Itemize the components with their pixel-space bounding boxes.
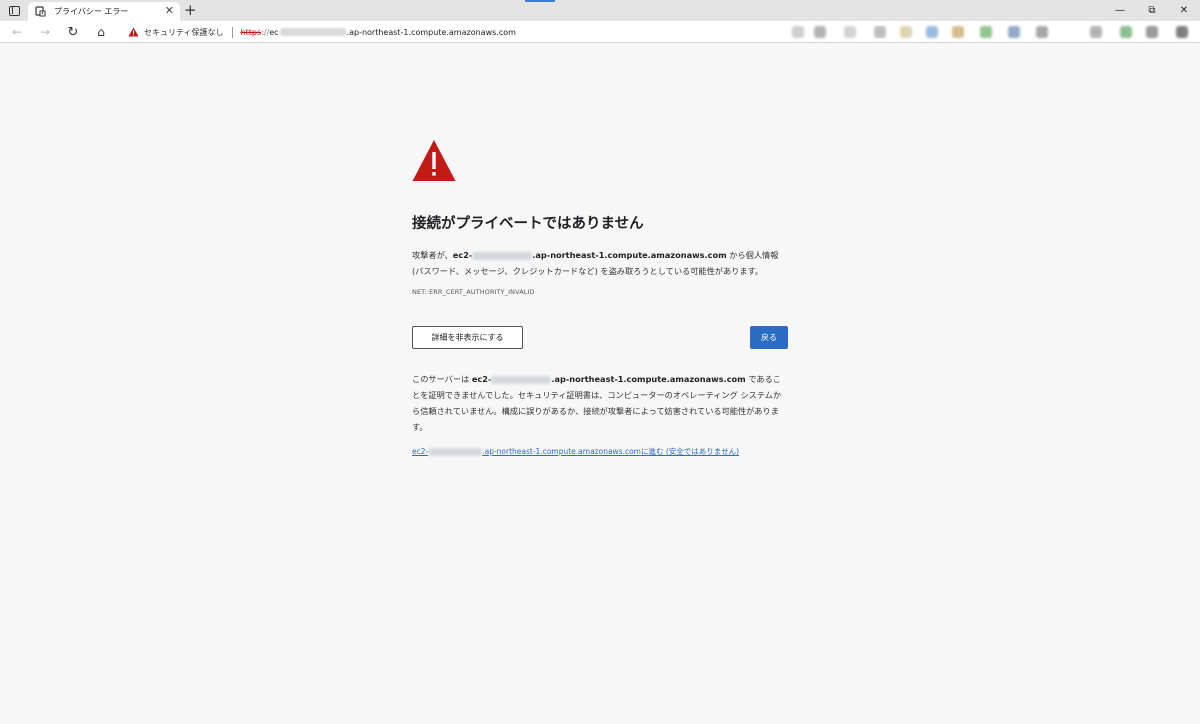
redacted-host-segment [472, 251, 533, 260]
redacted-host-segment [428, 447, 483, 456]
address-separator [231, 26, 233, 38]
forward-arrow-icon[interactable]: → [36, 24, 54, 40]
reload-icon[interactable]: ↻ [64, 24, 82, 40]
tab-title: プライバシー エラー [54, 7, 129, 16]
close-window-button[interactable]: ✕ [1168, 0, 1200, 20]
interstitial-content: 接続がプライベートではありません 攻撃者が、ec2- .ap-northeast-… [412, 138, 788, 457]
proceed-unsafe-link[interactable]: ec2- .ap-northeast-1.compute.amazonaws.co… [412, 446, 788, 457]
page-title: 接続がプライベートではありません [412, 216, 644, 232]
minimize-button[interactable]: — [1104, 0, 1136, 20]
extension-icon[interactable] [980, 26, 992, 38]
extension-icon[interactable] [1176, 26, 1188, 38]
tab-strip: プライバシー エラー ✕ + — ⧉ ✕ [0, 0, 1200, 21]
proceed-link-text: に進む (安全ではありません) [641, 447, 740, 456]
error-code: NET::ERR_CERT_AUTHORITY_INVALID [412, 288, 535, 296]
warning-triangle-icon [412, 140, 456, 181]
main-message-before: 攻撃者が、 [412, 250, 453, 260]
url-text[interactable]: https://ec .ap-northeast-1.compute.amazon… [241, 28, 516, 37]
main-message-host: ec2- .ap-northeast-1.compute.amazonaws.co… [453, 250, 727, 260]
browser-toolbar: ← → ↻ ⌂ セキュリティ保護なし https://ec .ap-northea… [0, 21, 1200, 43]
hide-details-button[interactable]: 詳細を非表示にする [412, 326, 523, 349]
tab-actions-icon [8, 5, 20, 16]
extension-icon[interactable] [1036, 26, 1048, 38]
privacy-error-favicon [35, 6, 46, 17]
extension-icon[interactable] [1008, 26, 1020, 38]
tab-actions-button[interactable] [6, 3, 22, 18]
extension-icon[interactable] [1090, 26, 1102, 38]
redacted-host-segment [491, 375, 552, 384]
extension-icon[interactable] [814, 26, 826, 38]
extension-icon[interactable] [1146, 26, 1158, 38]
tab-privacy-error[interactable]: プライバシー エラー ✕ [28, 2, 180, 21]
url-redacted-segment [279, 28, 346, 36]
extension-icon[interactable] [900, 26, 912, 38]
extension-icon[interactable] [844, 26, 856, 38]
security-status-label[interactable]: セキュリティ保護なし [144, 27, 224, 38]
home-icon[interactable]: ⌂ [92, 24, 110, 40]
extension-icon[interactable] [792, 26, 804, 38]
back-button[interactable]: 戻る [750, 326, 788, 349]
details-message: このサーバーは ec2- .ap-northeast-1.compute.amaz… [412, 371, 788, 435]
back-arrow-icon[interactable]: ← [8, 24, 26, 40]
extension-icon[interactable] [926, 26, 938, 38]
url-host-suffix: .ap-northeast-1.compute.amazonaws.com [346, 27, 516, 37]
proceed-host-prefix: ec2- [412, 447, 429, 456]
tab-close-icon[interactable]: ✕ [165, 5, 174, 17]
window-controls: — ⧉ ✕ [1104, 0, 1200, 20]
main-message: 攻撃者が、ec2- .ap-northeast-1.compute.amazona… [412, 247, 788, 279]
tab-strip-accent [525, 0, 555, 2]
details-message-host-prefix: ec2- [471, 374, 492, 384]
extension-icon[interactable] [874, 26, 886, 38]
extension-icon[interactable] [952, 26, 964, 38]
url-scheme-separator: :// [261, 27, 270, 37]
not-secure-warning-icon[interactable] [128, 27, 139, 37]
extension-icon[interactable] [1120, 26, 1132, 38]
new-tab-button[interactable]: + [184, 0, 197, 20]
details-message-host: ec2- .ap-northeast-1.compute.amazonaws.co… [472, 374, 746, 384]
proceed-host-suffix: .ap-northeast-1.compute.amazonaws.com [482, 447, 641, 456]
details-message-before: このサーバーは [412, 374, 472, 384]
address-bar[interactable]: セキュリティ保護なし https://ec .ap-northeast-1.com… [118, 23, 818, 41]
url-scheme: https [240, 27, 262, 37]
main-message-host-suffix: .ap-northeast-1.compute.amazonaws.com [532, 250, 727, 260]
button-row: 詳細を非表示にする 戻る [412, 326, 788, 350]
url-host-prefix: ec [269, 27, 279, 37]
restore-button[interactable]: ⧉ [1136, 0, 1168, 20]
details-message-host-suffix: .ap-northeast-1.compute.amazonaws.com [551, 374, 746, 384]
extensions-area [790, 25, 1200, 40]
main-message-host-prefix: ec2- [452, 250, 473, 260]
